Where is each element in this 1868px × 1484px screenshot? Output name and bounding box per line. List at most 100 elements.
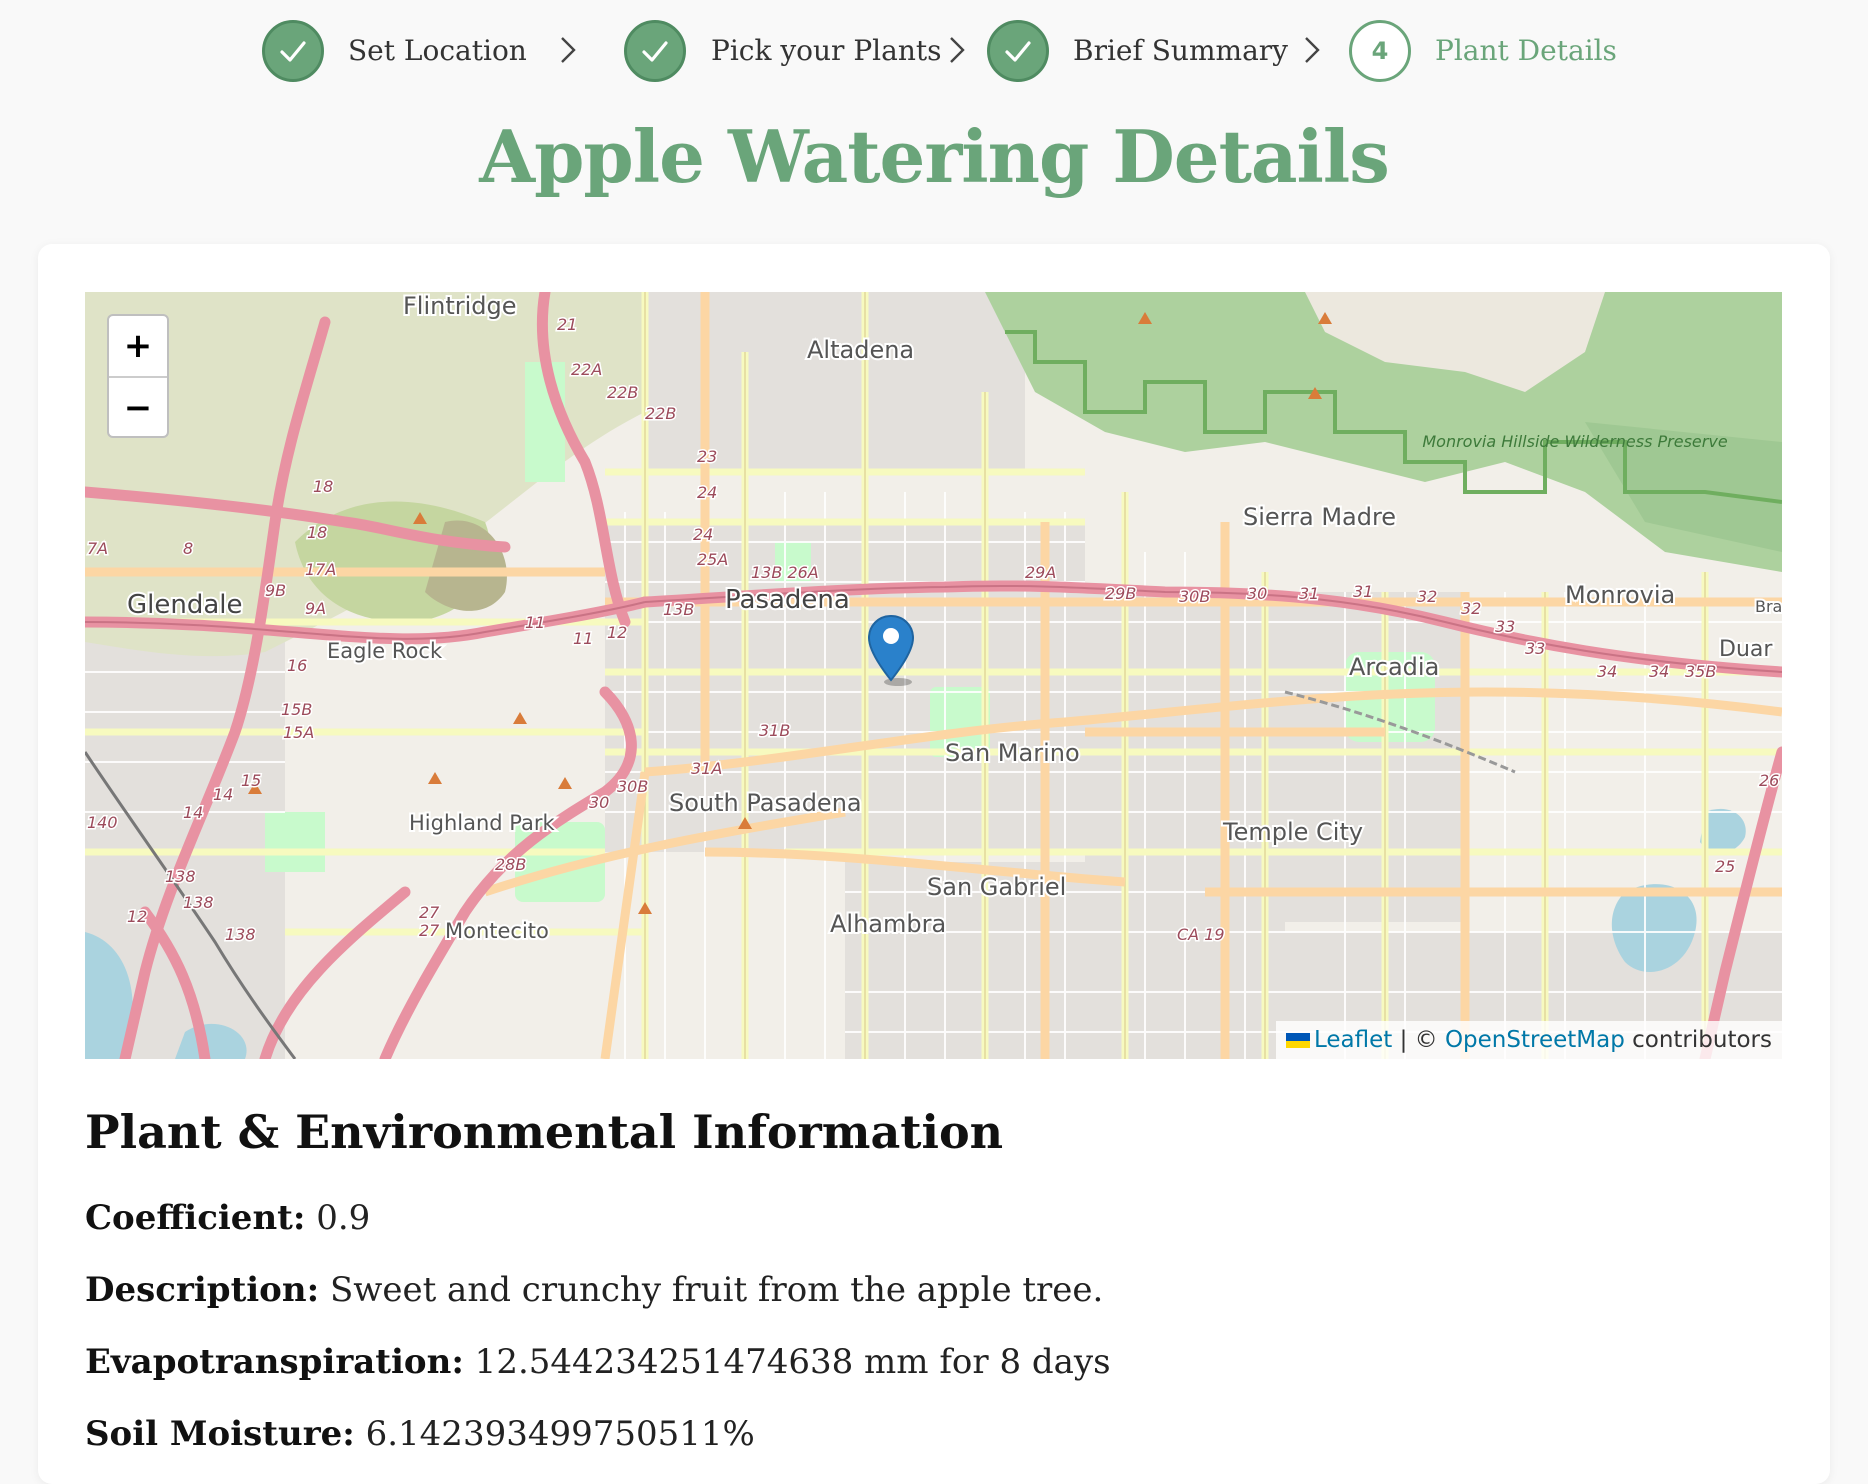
hwy-label: 24: [697, 483, 717, 502]
hwy-label: 17A: [305, 560, 336, 579]
hwy-label: 14: [213, 785, 233, 804]
map-label-san-marino: San Marino: [945, 739, 1080, 767]
map-label-eagle-rock: Eagle Rock: [327, 639, 443, 663]
hwy-label: 31B: [759, 721, 790, 740]
hwy-label: 15B: [281, 700, 312, 719]
step-2-complete-circle[interactable]: [624, 20, 686, 82]
hwy-label: 22B: [607, 383, 638, 402]
hwy-label: 27: [419, 921, 440, 940]
openstreetmap-link[interactable]: OpenStreetMap: [1445, 1027, 1625, 1053]
hwy-label: 35B: [1685, 662, 1716, 681]
map-pin-icon[interactable]: [866, 614, 916, 686]
info-key: Coefficient:: [85, 1198, 306, 1238]
hwy-label: 12: [127, 907, 147, 926]
hwy-label: 34: [1597, 662, 1617, 681]
hwy-label: 140: [87, 813, 118, 832]
step-1-complete-circle[interactable]: [262, 20, 324, 82]
hwy-label: 27: [419, 903, 440, 922]
map-label-south-pasadena: South Pasadena: [669, 789, 862, 817]
map-label-temple-city: Temple City: [1222, 818, 1363, 846]
hwy-label: 9B: [265, 581, 286, 600]
hwy-label: 8: [183, 539, 193, 558]
hwy-label: 138: [165, 867, 196, 886]
hwy-label: 16: [287, 656, 307, 675]
hwy-label: 33: [1495, 617, 1515, 636]
map-label-highland-park: Highland Park: [409, 811, 556, 835]
hwy-label: 9A: [305, 599, 326, 618]
leaflet-link[interactable]: Leaflet: [1314, 1027, 1392, 1053]
step-4-number-circle[interactable]: 4: [1349, 20, 1411, 82]
hwy-label: 15: [241, 771, 261, 790]
hwy-label: 13B 26A: [751, 563, 819, 582]
hwy-label: 31: [1353, 582, 1373, 601]
hwy-label: 24: [693, 525, 713, 544]
chevron-right-icon: [561, 37, 576, 63]
hwy-label: 138: [225, 925, 256, 944]
info-heading: Plant & Environmental Information: [85, 1105, 1004, 1159]
map-label-san-gabriel: San Gabriel: [927, 873, 1066, 901]
map-label-glendale: Glendale: [127, 590, 243, 620]
checkmark-icon: [1005, 41, 1031, 62]
ukraine-flag-icon: [1285, 1033, 1310, 1048]
hwy-label: 138: [183, 893, 214, 912]
hwy-label: CA 19: [1177, 925, 1225, 944]
map-label-montecito: Montecito: [445, 919, 549, 943]
hwy-label: 30: [589, 793, 609, 812]
map-tiles[interactable]: Flintridge Altadena Glendale Pasadena Ea…: [85, 292, 1782, 1059]
attribution-suffix: contributors: [1624, 1027, 1772, 1053]
step-4-label[interactable]: Plant Details: [1435, 31, 1617, 71]
hwy-label: 31A: [691, 759, 722, 778]
hwy-label: 12: [607, 623, 627, 642]
hwy-label: 29B: [1105, 584, 1136, 603]
hwy-label: 26: [1759, 771, 1779, 790]
hwy-label: 28B: [495, 855, 526, 874]
checkmark-icon: [642, 41, 668, 62]
info-value: 0.9: [305, 1198, 371, 1238]
hwy-label: 18: [307, 523, 327, 542]
map-attribution: Leaflet | © OpenStreetMap contributors: [1275, 1021, 1782, 1059]
progress-stepper: Set Location Pick your Plants Brief Summ…: [0, 0, 1868, 104]
hwy-label: 22A: [571, 360, 602, 379]
map-label-bra: Bra: [1755, 597, 1782, 616]
hwy-label: 32: [1461, 599, 1481, 618]
location-map[interactable]: Flintridge Altadena Glendale Pasadena Ea…: [85, 292, 1782, 1059]
hwy-label: 31: [1299, 584, 1319, 603]
hwy-label: 29A: [1025, 563, 1056, 582]
zoom-out-button[interactable]: −: [109, 376, 167, 436]
chevron-right-icon: [950, 37, 965, 63]
hwy-label: 30B: [1179, 587, 1210, 606]
hwy-label: 30: [1247, 584, 1267, 603]
hwy-label: 33: [1525, 639, 1545, 658]
hwy-label: 30B: [617, 777, 648, 796]
hwy-label: 11: [573, 629, 593, 648]
step-3-label[interactable]: Brief Summary: [1073, 31, 1288, 71]
map-label-alhambra: Alhambra: [830, 910, 946, 938]
step-1-label[interactable]: Set Location: [348, 31, 527, 71]
map-label-pasadena: Pasadena: [725, 585, 850, 615]
hwy-label: 11: [525, 613, 545, 632]
info-value: Sweet and crunchy fruit from the apple t…: [319, 1270, 1104, 1310]
hwy-label: 25: [1715, 857, 1735, 876]
hwy-label: 34: [1649, 662, 1669, 681]
hwy-label: 7A: [87, 539, 108, 558]
map-label-flintridge: Flintridge: [403, 292, 517, 320]
map-label-duar: Duar: [1719, 637, 1773, 662]
map-label-preserve: Monrovia Hillside Wilderness Preserve: [1422, 432, 1727, 451]
hwy-label: 23: [697, 447, 717, 466]
details-card: Flintridge Altadena Glendale Pasadena Ea…: [38, 244, 1830, 1484]
hwy-label: 13B: [663, 600, 694, 619]
hwy-label: 21: [557, 315, 577, 334]
map-label-altadena: Altadena: [807, 336, 914, 364]
checkmark-icon: [280, 41, 306, 62]
step-2-label[interactable]: Pick your Plants: [711, 31, 941, 71]
hwy-label: 18: [313, 477, 333, 496]
info-value: 12.544234251474638 mm for 8 days: [463, 1342, 1111, 1382]
page-title: Apple Watering Details: [479, 114, 1390, 199]
info-row-evapotranspiration: Evapotranspiration: 12.544234251474638 m…: [85, 1338, 1111, 1386]
step-3-complete-circle[interactable]: [987, 20, 1049, 82]
zoom-in-button[interactable]: +: [109, 316, 167, 376]
info-key: Description:: [85, 1270, 320, 1310]
hwy-label: 14: [183, 803, 203, 822]
chevron-right-icon: [1305, 37, 1320, 63]
map-label-arcadia: Arcadia: [1349, 653, 1439, 681]
